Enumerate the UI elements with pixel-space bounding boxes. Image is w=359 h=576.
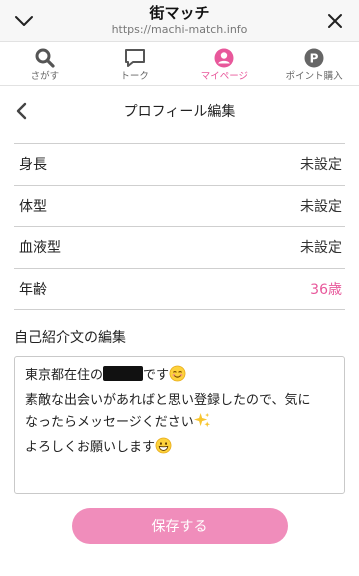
row-value: 36歳 (310, 281, 342, 298)
chevron-left-icon[interactable] (8, 98, 34, 124)
site-title: 街マッチ (149, 4, 210, 22)
profile-row-height[interactable]: 身長 未設定 (14, 144, 345, 186)
smiling-face-icon (169, 365, 186, 390)
intro-text: なったらメッセージください (25, 415, 194, 430)
row-value: 未設定 (300, 198, 342, 215)
save-area: 保存する (0, 508, 359, 544)
chat-bubble-icon (124, 47, 146, 69)
profile-row-body-type[interactable]: 体型 未設定 (14, 186, 345, 227)
tab-label: マイページ (200, 71, 249, 82)
tab-label: さがす (30, 71, 60, 82)
user-icon (213, 47, 235, 69)
intro-line: よろしくお願いします (25, 437, 334, 462)
save-button[interactable]: 保存する (71, 508, 288, 544)
row-value: 未設定 (300, 157, 342, 174)
row-label: 身長 (19, 157, 47, 174)
profile-fields: 身長 未設定 体型 未設定 血液型 未設定 年齢 36歳 (14, 143, 345, 310)
site-url: https://machi-match.info (111, 23, 248, 36)
row-label: 年齢 (19, 281, 47, 298)
intro-section-label: 自己紹介文の編集 (14, 330, 126, 346)
page-header: プロフィール編集 (0, 86, 359, 136)
intro-textarea[interactable]: 東京都在住の です 素敵な出会いがあればと思い登録したので、気に なったらメッセー… (14, 356, 345, 494)
intro-text: 素敵な出会いがあればと思い登録したので、気に (25, 393, 311, 408)
tab-talk[interactable]: トーク (90, 42, 180, 85)
site-info: 街マッチ https://machi-match.info (0, 4, 359, 37)
tab-mypage[interactable]: マイページ (180, 42, 270, 85)
row-label: 血液型 (19, 240, 61, 257)
tab-label: トーク (120, 71, 149, 82)
tab-search[interactable]: さがす (0, 42, 90, 85)
intro-line: なったらメッセージください (25, 412, 334, 437)
search-icon (34, 47, 56, 69)
redaction-block (103, 366, 144, 381)
profile-row-age[interactable]: 年齢 36歳 (14, 269, 345, 310)
tab-label: ポイント購入 (285, 71, 343, 82)
svg-text:P: P (310, 52, 319, 66)
close-icon[interactable] (321, 7, 349, 35)
intro-text: です (143, 368, 170, 383)
intro-line: 素敵な出会いがあればと思い登録したので、気に (25, 390, 334, 412)
page-title: プロフィール編集 (123, 104, 236, 120)
sparkles-icon (193, 412, 211, 437)
tab-bar: さがす トーク マイページ P ポイント購入 (0, 42, 359, 86)
browser-bar: 街マッチ https://machi-match.info (0, 0, 359, 42)
row-label: 体型 (19, 198, 47, 215)
intro-text: よろしくお願いします (25, 440, 156, 455)
grinning-face-icon (155, 437, 172, 462)
profile-row-blood-type[interactable]: 血液型 未設定 (14, 227, 345, 269)
tab-points[interactable]: P ポイント購入 (269, 42, 359, 85)
intro-line: 東京都在住の です (25, 365, 334, 390)
intro-text: 東京都在住の (25, 368, 104, 383)
row-value: 未設定 (300, 240, 342, 257)
points-icon: P (303, 47, 325, 69)
